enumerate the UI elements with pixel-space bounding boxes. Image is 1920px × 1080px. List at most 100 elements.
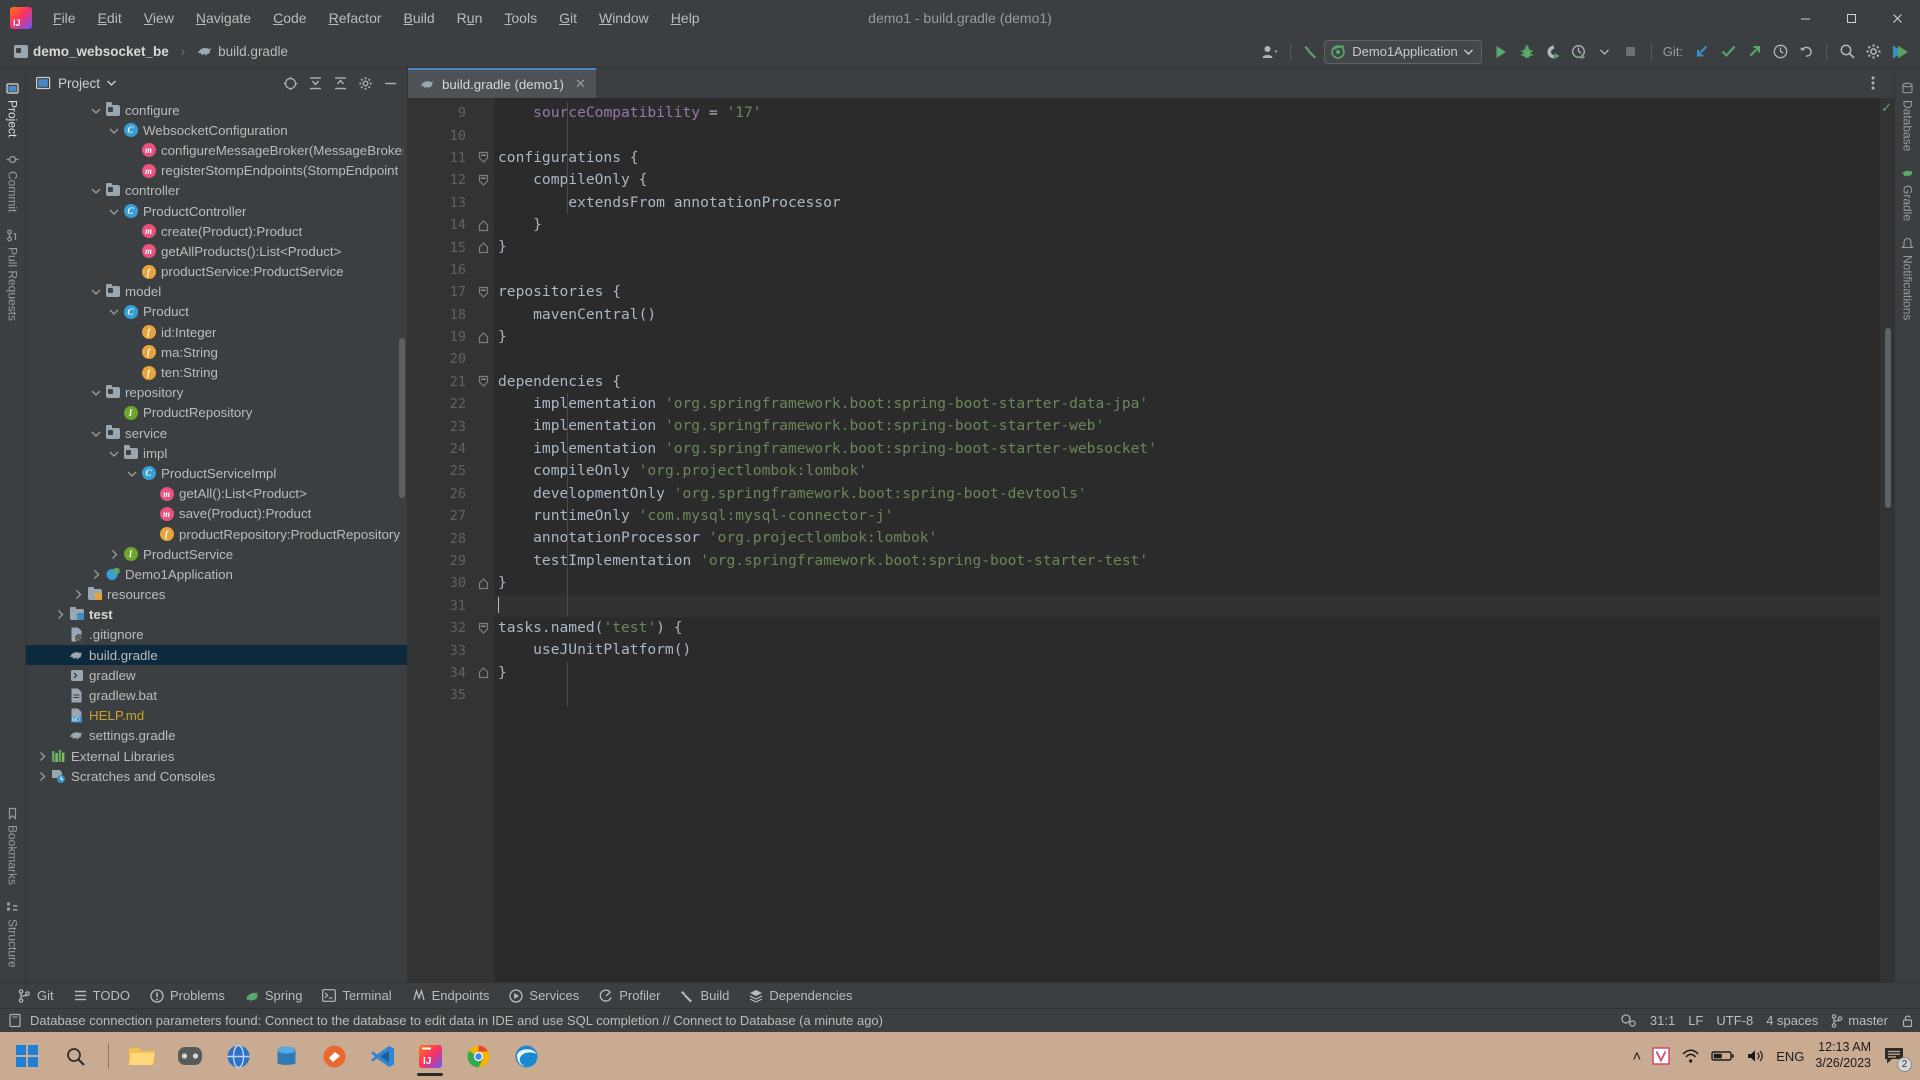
postman-icon[interactable]	[311, 1034, 357, 1078]
read-only-lock-icon[interactable]	[1901, 1014, 1914, 1028]
code-line[interactable]: sourceCompatibility = '17'	[494, 102, 1880, 124]
intellij-idea-icon[interactable]: IJ	[407, 1034, 453, 1078]
tree-node-productserviceimpl[interactable]: C ProductServiceImpl	[26, 463, 407, 483]
fold-start-icon[interactable]	[472, 617, 494, 639]
menu-item-edit[interactable]: Edit	[87, 6, 133, 30]
fold-start-icon[interactable]	[472, 371, 494, 393]
minimize-button[interactable]	[1782, 0, 1828, 36]
tree-node-save-product-product[interactable]: m save(Product):Product	[26, 504, 407, 524]
indent-setting[interactable]: 4 spaces	[1766, 1013, 1818, 1028]
code-line[interactable]: compileOnly {	[494, 169, 1880, 191]
fold-end-icon[interactable]	[472, 214, 494, 236]
tool-window-todo[interactable]: TODO	[64, 986, 140, 1005]
settings-gear-icon[interactable]	[1860, 40, 1886, 64]
database-app-icon[interactable]	[263, 1034, 309, 1078]
code-line[interactable]: annotationProcessor 'org.projectlombok:l…	[494, 527, 1880, 549]
tree-node-productcontroller[interactable]: C ProductController	[26, 201, 407, 221]
maximize-button[interactable]	[1828, 0, 1874, 36]
line-number[interactable]: 30	[408, 572, 472, 594]
show-hidden-icons-chevron[interactable]: ˄	[1632, 1048, 1641, 1065]
sidebar-item-notifications[interactable]: Notifications	[1897, 229, 1919, 328]
wifi-icon[interactable]	[1681, 1048, 1700, 1064]
tool-window-problems[interactable]: Problems	[140, 986, 235, 1005]
updates-icon[interactable]	[1886, 40, 1912, 64]
git-history-icon[interactable]	[1767, 40, 1793, 64]
breadcrumb-item-file[interactable]: build.gradle	[197, 44, 288, 59]
expand-all-icon[interactable]	[304, 72, 326, 94]
tool-window-services[interactable]: Services	[499, 986, 589, 1005]
tree-node-impl[interactable]: impl	[26, 443, 407, 463]
editor-options-icon[interactable]	[1860, 71, 1886, 95]
chevron-down-icon[interactable]	[108, 124, 121, 137]
line-number[interactable]: 34	[408, 662, 472, 684]
line-number[interactable]: 17	[408, 281, 472, 303]
chevron-down-icon[interactable]	[108, 447, 121, 460]
vscode-icon[interactable]	[359, 1034, 405, 1078]
sidebar-item-database[interactable]: Database	[1897, 74, 1919, 159]
caret-position[interactable]: 31:1	[1650, 1013, 1675, 1028]
tree-node-scratches-and-consoles[interactable]: Scratches and Consoles	[26, 766, 407, 786]
line-number[interactable]: 22	[408, 393, 472, 415]
tree-node-getall-list-product[interactable]: m getAll():List<Product>	[26, 484, 407, 504]
code-line[interactable]: }	[494, 572, 1880, 594]
browser-blue-icon[interactable]	[215, 1034, 261, 1078]
account-icon[interactable]	[1257, 40, 1283, 64]
chevron-right-icon[interactable]	[108, 548, 121, 561]
tree-node-create-product-product[interactable]: m create(Product):Product	[26, 221, 407, 241]
menu-item-file[interactable]: File	[42, 6, 87, 30]
line-number[interactable]: 15	[408, 236, 472, 258]
close-icon[interactable]: ✕	[575, 76, 586, 92]
sidebar-item-commit[interactable]: Commit	[2, 145, 24, 220]
error-stripe-marker[interactable]: ✓	[1880, 98, 1894, 982]
code-line[interactable]: repositories {	[494, 281, 1880, 303]
inspection-status-icon[interactable]: ✓	[1881, 100, 1892, 116]
tool-window-git[interactable]: Git	[8, 986, 64, 1005]
profiler-icon[interactable]	[1566, 40, 1592, 64]
tree-node-model[interactable]: model	[26, 282, 407, 302]
chevron-right-icon[interactable]	[54, 608, 67, 621]
tree-node-settings-gradle[interactable]: settings.gradle	[26, 726, 407, 746]
tool-window-dependencies[interactable]: Dependencies	[739, 986, 862, 1005]
menu-item-help[interactable]: Help	[660, 6, 711, 30]
editor-scrollbar[interactable]	[1885, 328, 1891, 508]
tree-node-resources[interactable]: resources	[26, 585, 407, 605]
git-commit-icon[interactable]	[1715, 40, 1741, 64]
menu-item-git[interactable]: Git	[548, 6, 588, 30]
chevron-down-icon[interactable]	[90, 184, 103, 197]
tree-node-id-integer[interactable]: f id:Integer	[26, 322, 407, 342]
chevron-down-icon[interactable]	[90, 427, 103, 440]
notification-center-icon[interactable]: 2	[1882, 1043, 1912, 1072]
code-line[interactable]: }	[494, 662, 1880, 684]
line-number[interactable]: 20	[408, 348, 472, 370]
tool-window-build[interactable]: Build	[670, 986, 739, 1005]
collapse-all-icon[interactable]	[329, 72, 351, 94]
tree-node-build-gradle[interactable]: build.gradle	[26, 645, 407, 666]
code-line[interactable]	[494, 684, 1880, 706]
line-number[interactable]: 19	[408, 326, 472, 348]
tree-node-websocketconfiguration[interactable]: C WebsocketConfiguration	[26, 120, 407, 140]
tree-node-ma-string[interactable]: f ma:String	[26, 342, 407, 362]
xbox-icon[interactable]	[167, 1034, 213, 1078]
chevron-down-icon[interactable]	[126, 467, 139, 480]
tree-node-service[interactable]: service	[26, 423, 407, 443]
tree-node-productservice-productservice[interactable]: f productService:ProductService	[26, 262, 407, 282]
code-line[interactable]: configurations {	[494, 147, 1880, 169]
fold-end-icon[interactable]	[472, 572, 494, 594]
volume-icon[interactable]	[1746, 1048, 1765, 1064]
menu-item-window[interactable]: Window	[588, 6, 660, 30]
menu-item-view[interactable]: View	[133, 6, 185, 30]
menu-item-tools[interactable]: Tools	[493, 6, 548, 30]
sidebar-item-pull-requests[interactable]: Pull Requests	[2, 221, 24, 329]
tool-window-terminal[interactable]: Terminal	[312, 986, 401, 1005]
code-folding-gutter[interactable]	[472, 98, 494, 982]
fold-end-icon[interactable]	[472, 326, 494, 348]
menu-item-navigate[interactable]: Navigate	[185, 6, 262, 30]
line-number[interactable]: 31	[408, 595, 472, 617]
v-app-icon[interactable]	[1652, 1047, 1670, 1065]
code-line[interactable]: useJUnitPlatform()	[494, 639, 1880, 661]
project-tree-scrollbar[interactable]	[399, 338, 405, 498]
fold-end-icon[interactable]	[472, 662, 494, 684]
code-line[interactable]	[494, 259, 1880, 281]
menu-item-refactor[interactable]: Refactor	[318, 6, 393, 30]
tree-node-configure[interactable]: configure	[26, 100, 407, 120]
